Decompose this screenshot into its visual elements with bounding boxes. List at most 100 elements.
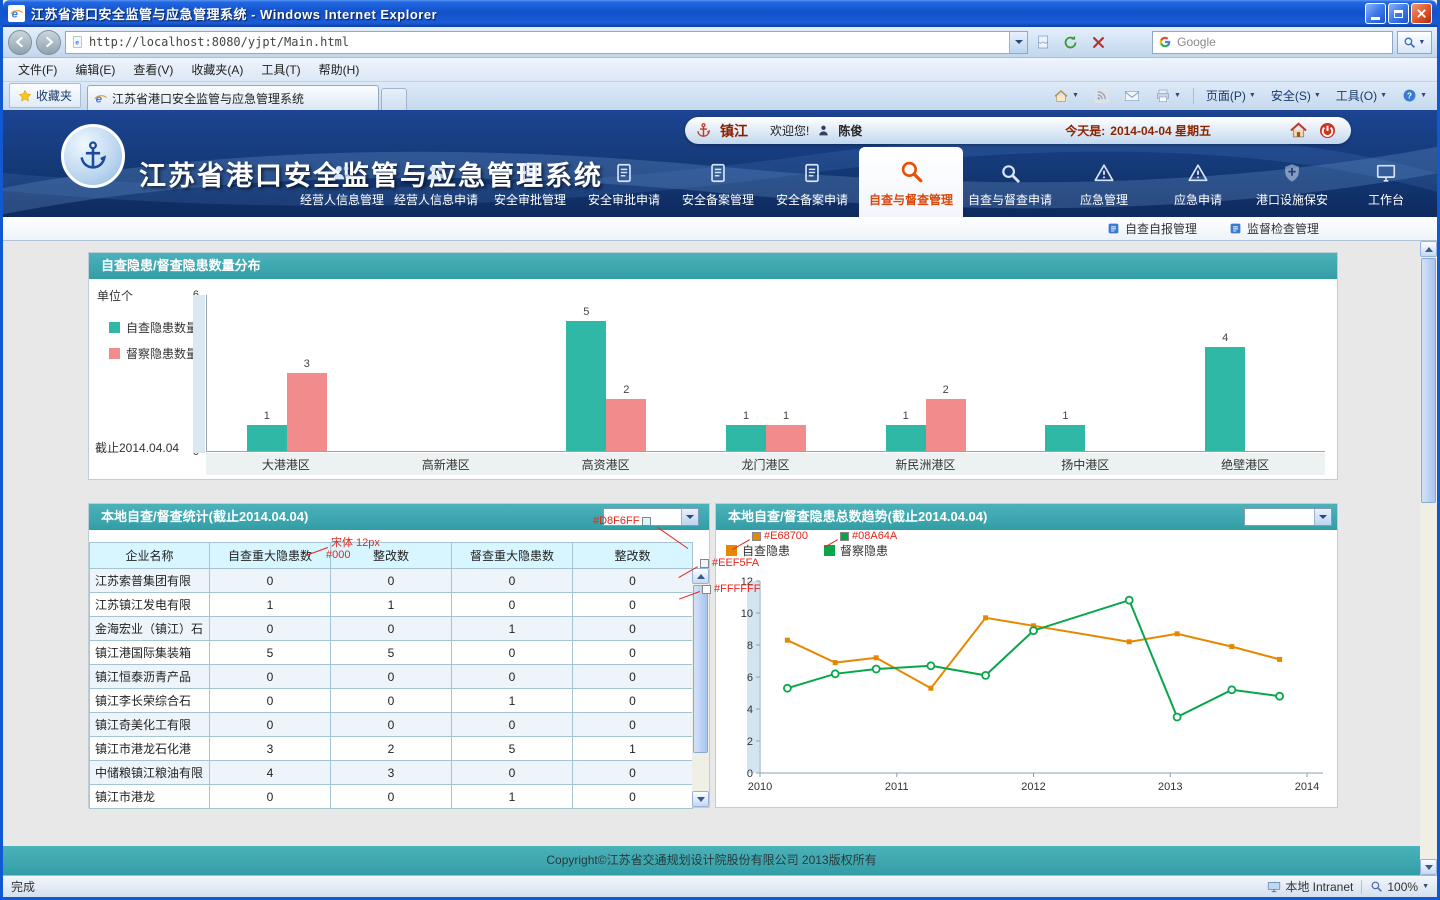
logout-icon[interactable] — [1318, 121, 1337, 140]
forward-button[interactable] — [36, 30, 60, 55]
value-cell: 1 — [573, 737, 693, 761]
menu-item[interactable]: 文件(F) — [9, 58, 66, 81]
table-row[interactable]: 江苏镇江发电有限1100 — [90, 593, 693, 617]
nav-item-link[interactable]: 经营人信息申请 — [389, 155, 483, 217]
search-box[interactable]: Google — [1152, 31, 1393, 54]
bar-value-label: 3 — [287, 358, 327, 370]
nav-item-link[interactable]: 安全备案管理 — [671, 155, 765, 217]
nav-item-link[interactable]: 安全审批管理 — [483, 155, 577, 217]
nav-item-link[interactable]: 安全审批申请 — [577, 155, 671, 217]
table-row[interactable]: 镇江李长荣综合石0010 — [90, 689, 693, 713]
minimize-button[interactable] — [1365, 3, 1386, 24]
address-toolbar: e http://localhost:8080/yjpt/Main.html G… — [3, 27, 1437, 58]
menu-item[interactable]: 编辑(E) — [66, 58, 124, 81]
address-bar[interactable]: e http://localhost:8080/yjpt/Main.html — [65, 31, 1028, 54]
line-chart: 自查隐患督察隐患 02468101220102011201220132014 — [716, 530, 1337, 808]
scroll-down-button[interactable] — [692, 791, 709, 807]
bar-value-label: 1 — [1045, 410, 1085, 422]
scroll-up-button[interactable] — [1420, 241, 1437, 257]
toolbar-button[interactable]: 安全(S)▼ — [1265, 84, 1327, 107]
zoom-control[interactable]: 100% ▼ — [1370, 880, 1429, 894]
bar-value-label: 1 — [886, 410, 926, 422]
status-bar: 完成 本地 Intranet 100% ▼ — [3, 875, 1437, 897]
mail-button[interactable] — [1118, 86, 1146, 106]
browser-tab[interactable]: e 江苏省港口安全监管与应急管理系统 — [87, 85, 379, 110]
table-row[interactable]: 金海宏业（镇江）石0010 — [90, 617, 693, 641]
column-header: 整改数 — [573, 543, 693, 569]
menu-item[interactable]: 帮助(H) — [310, 58, 369, 81]
tab-stub[interactable] — [381, 88, 407, 110]
help-button[interactable]: ?▼ — [1396, 85, 1433, 106]
trend-filter-dropdown[interactable] — [1244, 508, 1332, 526]
bar-value-label: 2 — [926, 384, 966, 396]
feeds-button[interactable] — [1088, 85, 1115, 106]
compatibility-view-button[interactable] — [1032, 30, 1056, 54]
status-text: 完成 — [11, 878, 35, 895]
nav-item-link[interactable]: 经营人信息管理 — [295, 155, 389, 217]
value-cell: 0 — [452, 713, 573, 737]
ie-logo-icon: e — [8, 5, 25, 22]
table-row[interactable]: 镇江恒泰沥青产品0000 — [90, 665, 693, 689]
nav-item-link[interactable]: 自查与督查申请 — [963, 155, 1057, 217]
table-row[interactable]: 镇江市港龙石化港3251 — [90, 737, 693, 761]
category-label: 新民洲港区 — [845, 456, 1005, 473]
zoom-level: 100% — [1387, 880, 1418, 894]
welcome-text: 欢迎您! — [770, 122, 809, 139]
scroll-thumb[interactable] — [693, 585, 708, 753]
design-annotation: 宋体 12px — [331, 534, 380, 550]
home-shortcut-icon[interactable] — [1289, 121, 1308, 140]
nav-item-link[interactable]: 应急管理 — [1057, 155, 1151, 217]
table-row[interactable]: 镇江市港龙0010 — [90, 785, 693, 809]
value-cell: 0 — [331, 665, 452, 689]
nav-item-link[interactable]: 工作台 — [1339, 155, 1433, 217]
nav-item-link[interactable]: 应急申请 — [1151, 155, 1245, 217]
close-button[interactable] — [1411, 3, 1432, 24]
value-cell: 0 — [452, 641, 573, 665]
bar-value-label: 5 — [566, 306, 606, 318]
menu-item[interactable]: 查看(V) — [124, 58, 182, 81]
home-button[interactable]: ▼ — [1047, 85, 1085, 107]
scroll-thumb[interactable] — [1421, 258, 1436, 503]
bar-group: 12 — [846, 295, 1006, 451]
bar-categories: 大港港区高新港区高资港区龙门港区新民洲港区扬中港区绝壁港区 — [206, 453, 1325, 475]
company-name-cell: 镇江港国际集装箱 — [90, 641, 210, 665]
monitor-icon — [1375, 162, 1397, 184]
value-cell: 5 — [331, 641, 452, 665]
back-button[interactable] — [8, 30, 32, 55]
value-cell: 4 — [210, 761, 331, 785]
page-scrollbar[interactable] — [1420, 241, 1437, 875]
help-icon: ? — [1402, 88, 1417, 103]
subnav-item[interactable]: 监督检查管理 — [1229, 220, 1319, 237]
toolbar-button[interactable]: 工具(O)▼ — [1330, 84, 1393, 107]
nav-item-link[interactable]: 安全备案申请 — [765, 155, 859, 217]
legend-item: 督察隐患 — [824, 542, 888, 559]
toolbar-button[interactable]: 页面(P)▼ — [1200, 84, 1262, 107]
home-icon — [1053, 88, 1069, 104]
restore-button[interactable] — [1388, 3, 1409, 24]
favorites-button[interactable]: 收藏夹 — [9, 83, 81, 108]
subnav-item[interactable]: 自查自报管理 — [1107, 220, 1197, 237]
table-row[interactable]: 江苏索普集团有限0000 — [90, 569, 693, 593]
nav-item-active[interactable]: 自查与督查管理 — [859, 147, 963, 217]
value-cell: 0 — [210, 689, 331, 713]
scroll-down-button[interactable] — [1420, 859, 1437, 875]
menu-item[interactable]: 收藏夹(A) — [182, 58, 252, 81]
table-scrollbar[interactable] — [692, 568, 709, 807]
table-row[interactable]: 中储粮镇江粮油有限4300 — [90, 761, 693, 785]
bar: 1 — [247, 425, 287, 451]
value-cell: 1 — [452, 617, 573, 641]
address-dropdown-button[interactable] — [1009, 32, 1027, 53]
table-row[interactable]: 镇江奇美化工有限0000 — [90, 713, 693, 737]
print-button[interactable]: ▼ — [1149, 85, 1187, 107]
search-button[interactable]: ▼ — [1397, 31, 1432, 54]
trend-line-chart: 02468101220102011201220132014 — [722, 573, 1327, 808]
nav-item-link[interactable]: 港口设施保安 — [1245, 155, 1339, 217]
site-footer: Copyright©江苏省交通规划设计院股份有限公司 2013版权所有 — [3, 846, 1420, 875]
table-row[interactable]: 镇江港国际集装箱5500 — [90, 641, 693, 665]
menu-item[interactable]: 工具(T) — [252, 58, 309, 81]
refresh-button[interactable] — [1059, 30, 1083, 54]
scroll-up-button[interactable] — [692, 568, 709, 584]
magnifier-icon — [999, 162, 1021, 184]
stop-button[interactable] — [1087, 30, 1111, 54]
bar-value-label: 1 — [726, 410, 766, 422]
